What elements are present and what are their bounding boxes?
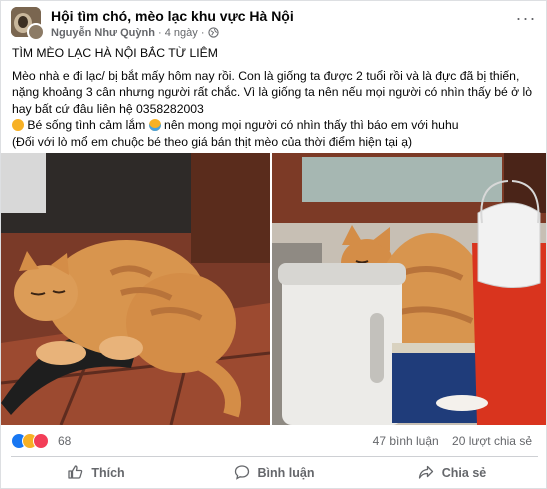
group-privacy-icon [207,27,219,41]
meta-separator: · [157,27,162,39]
share-button[interactable]: Chia sẻ [367,459,537,487]
sad-face-icon [12,119,24,132]
author-avatar[interactable] [27,23,45,41]
author-name-link[interactable]: Nguyễn Như Quỳnh [51,27,155,39]
share-label: Chia sẻ [441,466,487,480]
post-title: TÌM MÈO LẠC HÀ NỘI BẮC TỪ LIÊM [12,46,218,60]
thumbs-up-icon [67,464,83,483]
like-label: Thích [91,466,125,480]
photo-cat-floor[interactable] [1,153,270,425]
reaction-icons[interactable] [11,433,59,449]
post-line-emoji: Bé sống tình cảm lắm nên mong mọi người … [12,117,537,134]
divider [11,456,538,457]
group-name-link[interactable]: Hội tìm chó, mèo lạc khu vực Hà Nội [51,8,294,24]
post-line: hay bất cứ đâu liên hệ 0358282003 [12,101,204,116]
comment-bubble-icon [234,464,250,483]
post-text-fragment: Bé sống tình cảm lắm [27,118,146,133]
post-meta: Nguyễn Như Quỳnh · 4 ngày · [51,27,219,41]
action-bar: Thích Bình luận Chia sẻ [11,459,538,487]
share-count-link[interactable]: 20 lượt chia sẻ [452,434,532,448]
post-card: Hội tìm chó, mèo lạc khu vực Hà Nội Nguy… [0,0,547,489]
post-line: (Đối với lò mổ em chuộc bé theo giá bán … [12,134,413,149]
engagement-stats: 47 bình luận 20 lượt chia sẻ [363,434,532,448]
comment-label: Bình luận [257,466,315,480]
love-reaction-icon [33,433,49,449]
post-text: TÌM MÈO LẠC HÀ NỘI BẮC TỪ LIÊM Mèo nhà e… [12,45,537,151]
comment-button[interactable]: Bình luận [189,459,359,487]
post-text-fragment: nên mong mọi người có nhìn thấy thì báo … [164,118,459,133]
post-line: nặng khoảng 3 cân nhưng người rất chắc. … [12,85,533,100]
reactions-bar: 68 47 bình luận 20 lượt chia sẻ [11,431,538,451]
post-body: Mèo nhà e đi lạc/ bị bắt mấy hôm nay rồi… [12,68,537,151]
post-header: Hội tìm chó, mèo lạc khu vực Hà Nội Nguy… [11,7,538,41]
share-arrow-icon [418,464,434,483]
comment-count-link[interactable]: 47 bình luận [373,434,439,448]
post-time-link[interactable]: 4 ngày [165,27,198,39]
post-line: Mèo nhà e đi lạc/ bị bắt mấy hôm nay rồi… [12,68,520,83]
photo-cat-heater[interactable] [272,153,546,425]
reaction-count[interactable]: 68 [58,434,71,448]
photo-grid [1,153,546,425]
more-options-icon[interactable]: ··· [514,9,538,31]
meta-separator: · [200,27,205,39]
like-button[interactable]: Thích [11,459,181,487]
crying-face-icon [148,119,161,132]
